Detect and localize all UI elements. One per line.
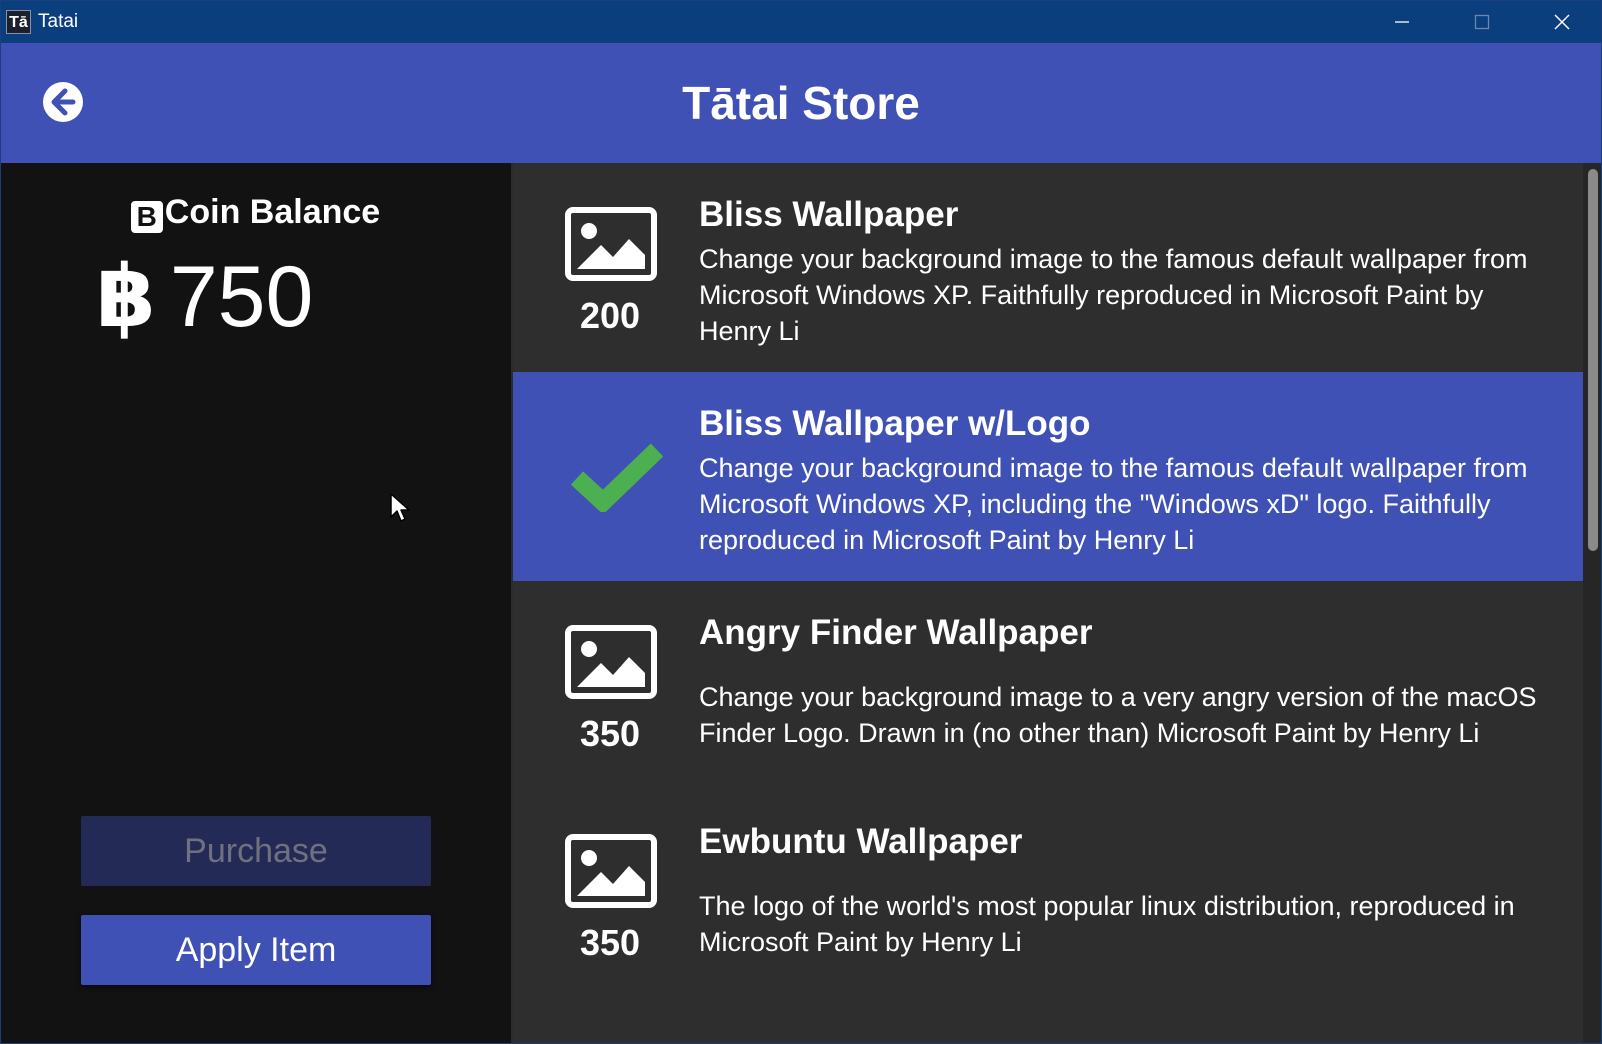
coin-balance-value: ฿ 750 (96, 247, 313, 347)
item-title: Ewbuntu Wallpaper (699, 822, 1023, 861)
purchase-button[interactable]: Purchase (81, 816, 431, 886)
close-icon (1554, 14, 1570, 29)
item-price: 350 (579, 713, 641, 754)
scrollbar-thumb[interactable] (1588, 169, 1598, 551)
image-icon (565, 834, 657, 908)
coin-balance-label: B Coin Balance (0, 193, 511, 233)
item-title: Bliss Wallpaper w/Logo (699, 404, 1091, 443)
store-item-list[interactable]: 200 Bliss Wallpaper Change your backgrou… (513, 163, 1583, 1044)
item-price: 200 (579, 295, 641, 336)
app-window: Tā Tatai Tātai Store B Coin Balance ฿ 750 (0, 0, 1602, 1044)
minimize-button[interactable] (1362, 0, 1442, 43)
balance-panel: B Coin Balance ฿ 750 Purchase Apply Item (0, 163, 511, 1044)
store-item-angry-finder-wallpaper[interactable]: 350 Angry Finder Wallpaper Change your b… (513, 581, 1583, 793)
item-description: Change your background image to the famo… (699, 244, 1528, 346)
image-icon (565, 207, 657, 281)
coin-badge: B (130, 201, 163, 233)
item-title: Bliss Wallpaper (699, 195, 959, 234)
store-item-bliss-wallpaper-logo[interactable]: Bliss Wallpaper w/Logo Change your backg… (513, 372, 1583, 584)
minimize-icon (1395, 20, 1409, 23)
title-bar[interactable]: Tā Tatai (0, 0, 1602, 43)
item-description: Change your background image to a very a… (699, 682, 1537, 748)
item-description: The logo of the world's most popular lin… (699, 891, 1515, 957)
balance-amount: 750 (169, 249, 314, 345)
coin-balance-text: Coin Balance (164, 193, 381, 231)
item-price: 350 (579, 922, 641, 963)
item-description: Change your background image to the famo… (699, 453, 1528, 555)
item-title: Angry Finder Wallpaper (699, 613, 1093, 652)
back-button[interactable] (42, 81, 84, 123)
currency-symbol: ฿ (96, 249, 156, 345)
arrow-left-circle-icon (43, 82, 83, 122)
page-title: Tātai Store (682, 77, 920, 129)
window-title: Tatai (38, 11, 79, 32)
app-icon: Tā (6, 10, 31, 34)
close-button[interactable] (1522, 0, 1602, 43)
store-item-ewbuntu-wallpaper[interactable]: 350 Ewbuntu Wallpaper The logo of the wo… (513, 790, 1583, 1002)
maximize-button[interactable] (1442, 0, 1522, 43)
maximize-icon (1474, 14, 1490, 29)
list-scrollbar[interactable] (1583, 163, 1602, 1044)
image-icon (565, 625, 657, 699)
check-icon (571, 443, 663, 512)
store-item-bliss-wallpaper[interactable]: 200 Bliss Wallpaper Change your backgrou… (513, 163, 1583, 375)
apply-item-button[interactable]: Apply Item (81, 915, 431, 985)
mouse-pointer-icon (390, 493, 410, 522)
